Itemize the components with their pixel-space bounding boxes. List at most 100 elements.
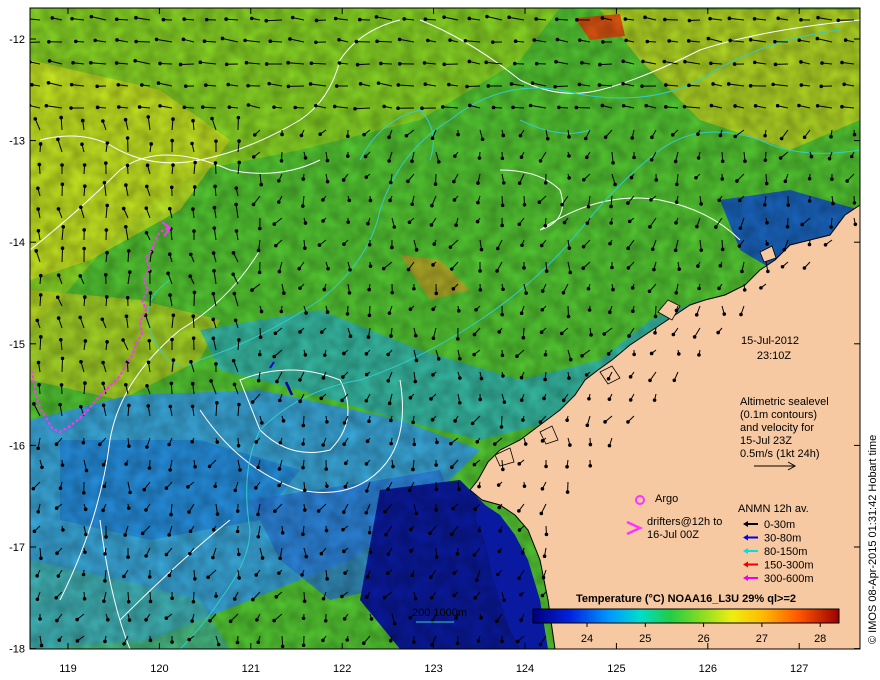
velocity-vector-head — [538, 642, 543, 647]
velocity-vector-head — [105, 250, 109, 255]
velocity-vector-head — [114, 17, 119, 22]
velocity-vector-head — [281, 419, 286, 423]
velocity-vector-head — [367, 243, 372, 247]
velocity-vector-head — [321, 376, 326, 380]
velocity-vector-head — [181, 37, 186, 42]
velocity-vector-head — [553, 84, 557, 89]
velocity-vector-head — [468, 103, 472, 108]
velocity-vector-head — [587, 308, 592, 312]
velocity-vector-head — [357, 17, 362, 22]
velocity-vector-head — [75, 639, 80, 643]
velocity-vector-head — [543, 352, 548, 357]
velocity-vector-head — [500, 223, 504, 228]
velocity-vector-head — [687, 83, 691, 88]
velocity-vector-head — [696, 156, 701, 160]
velocity-vector-head — [763, 158, 768, 162]
velocity-vector-head — [716, 330, 720, 335]
velocity-vector-head — [574, 105, 579, 110]
velocity-vector-head — [537, 200, 542, 205]
velocity-vector-head — [480, 137, 485, 142]
velocity-vector-head — [447, 82, 451, 87]
velocity-vector-head — [190, 439, 194, 444]
velocity-vector-head — [273, 331, 278, 336]
velocity-vector-head — [146, 404, 151, 408]
velocity-vector-head — [773, 62, 778, 67]
velocity-vector-head — [727, 16, 732, 21]
velocity-vector-head — [168, 468, 172, 472]
velocity-vector-head — [59, 115, 63, 120]
velocity-vector-head — [97, 442, 102, 447]
velocity-vector-head — [35, 597, 40, 602]
velocity-vector-head — [442, 62, 447, 67]
velocity-vector-head — [517, 509, 521, 513]
velocity-vector-head — [198, 60, 203, 65]
velocity-vector-head — [597, 83, 602, 87]
velocity-vector-head — [337, 37, 341, 42]
velocity-vector-head — [81, 440, 86, 445]
velocity-vector-head — [145, 383, 149, 388]
velocity-vector-head — [60, 182, 65, 187]
velocity-vector-head — [300, 573, 304, 577]
velocity-vector-head — [454, 223, 458, 227]
velocity-vector-head — [314, 103, 318, 108]
anmn-legend-label: 80-150m — [764, 546, 807, 558]
velocity-vector-head — [187, 637, 191, 642]
velocity-vector-head — [509, 82, 514, 86]
velocity-vector-head — [275, 379, 279, 384]
velocity-vector-head — [807, 242, 812, 247]
velocity-vector-head — [128, 270, 132, 274]
velocity-vector-head — [722, 312, 727, 316]
velocity-vector-head — [694, 313, 699, 317]
velocity-vector-head — [61, 225, 66, 229]
velocity-vector-head — [697, 286, 701, 291]
velocity-vector-head — [124, 382, 128, 387]
velocity-vector-head — [167, 206, 172, 211]
velocity-vector-head — [123, 117, 128, 122]
velocity-vector-head — [409, 527, 413, 532]
velocity-vector-head — [301, 442, 305, 446]
velocity-vector-head — [740, 269, 744, 274]
velocity-vector-head — [687, 18, 692, 23]
velocity-vector-head — [237, 576, 241, 580]
velocity-vector-head — [202, 39, 207, 44]
velocity-vector-head — [274, 243, 278, 248]
velocity-vector-head — [543, 223, 548, 228]
velocity-vector-head — [158, 61, 162, 66]
velocity-vector-head — [584, 373, 589, 377]
velocity-vector-head — [54, 595, 59, 600]
velocity-vector-head — [342, 549, 346, 554]
velocity-vector — [555, 85, 569, 88]
map-area[interactable] — [24, 8, 860, 649]
velocity-vector-head — [191, 336, 196, 340]
velocity-vector-head — [706, 36, 711, 41]
velocity-vector-head — [255, 618, 259, 622]
velocity-vector-head — [632, 352, 636, 357]
velocity-vector-head — [32, 402, 36, 406]
velocity-vector-head — [303, 246, 307, 250]
velocity-vector-head — [519, 398, 524, 402]
velocity-vector-head — [411, 420, 415, 425]
velocity-vector-head — [354, 39, 359, 44]
velocity-vector — [599, 63, 613, 66]
velocity-vector-head — [190, 141, 194, 146]
velocity-vector-head — [318, 132, 323, 137]
velocity-vector-head — [304, 554, 309, 559]
velocity-vector-head — [738, 226, 743, 231]
velocity-vector-head — [36, 360, 41, 365]
velocity-vector-head — [538, 420, 543, 424]
velocity-vector-head — [470, 421, 475, 426]
velocity-vector-head — [387, 311, 392, 315]
velocity-vector-head — [272, 105, 276, 109]
velocity-vector-head — [501, 133, 506, 138]
velocity-vector-head — [752, 60, 757, 65]
velocity-vector-head — [728, 38, 732, 43]
velocity-vector-head — [343, 571, 347, 575]
velocity-vector-head — [390, 290, 395, 295]
velocity-vector-head — [26, 17, 29, 20]
velocity-vector-head — [251, 597, 255, 602]
velocity-vector-head — [452, 179, 456, 184]
velocity-vector-head — [38, 273, 43, 278]
velocity-vector-head — [251, 155, 256, 159]
velocity-vector-head — [364, 175, 369, 179]
velocity-vector-head — [609, 221, 613, 225]
